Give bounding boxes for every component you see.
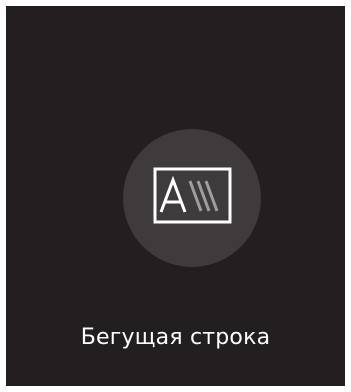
ticker-text-icon: [153, 167, 232, 224]
ticker-app-tile[interactable]: Бегущая строка: [6, 6, 345, 386]
tile-label: Бегущая строка: [80, 325, 271, 350]
icon-badge: [123, 129, 261, 267]
